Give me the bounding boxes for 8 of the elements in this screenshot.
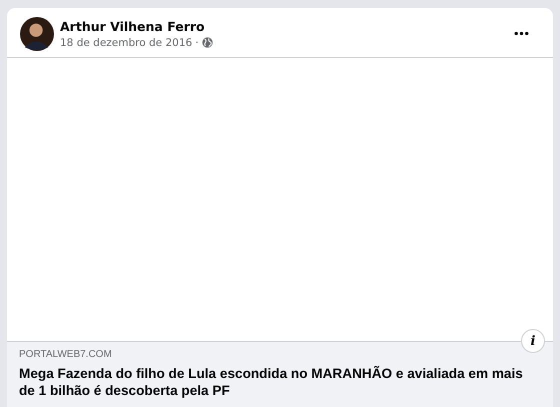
post-date[interactable]: 18 de dezembro de 2016 [60, 36, 192, 48]
separator-dot: · [195, 36, 199, 48]
link-domain: PORTALWEB7.COM [19, 349, 113, 360]
author-name[interactable]: Arthur Vilhena Ferro [60, 18, 510, 34]
globe-icon[interactable] [202, 37, 213, 48]
avatar-icon[interactable] [20, 16, 54, 50]
link-headline[interactable]: Mega Fazenda do filho de Lula escondida no MARANHÃO e avialiada em mais de 1 bilhão é descoberta pela PF [19, 365, 541, 399]
info-button[interactable]: i [521, 329, 545, 353]
